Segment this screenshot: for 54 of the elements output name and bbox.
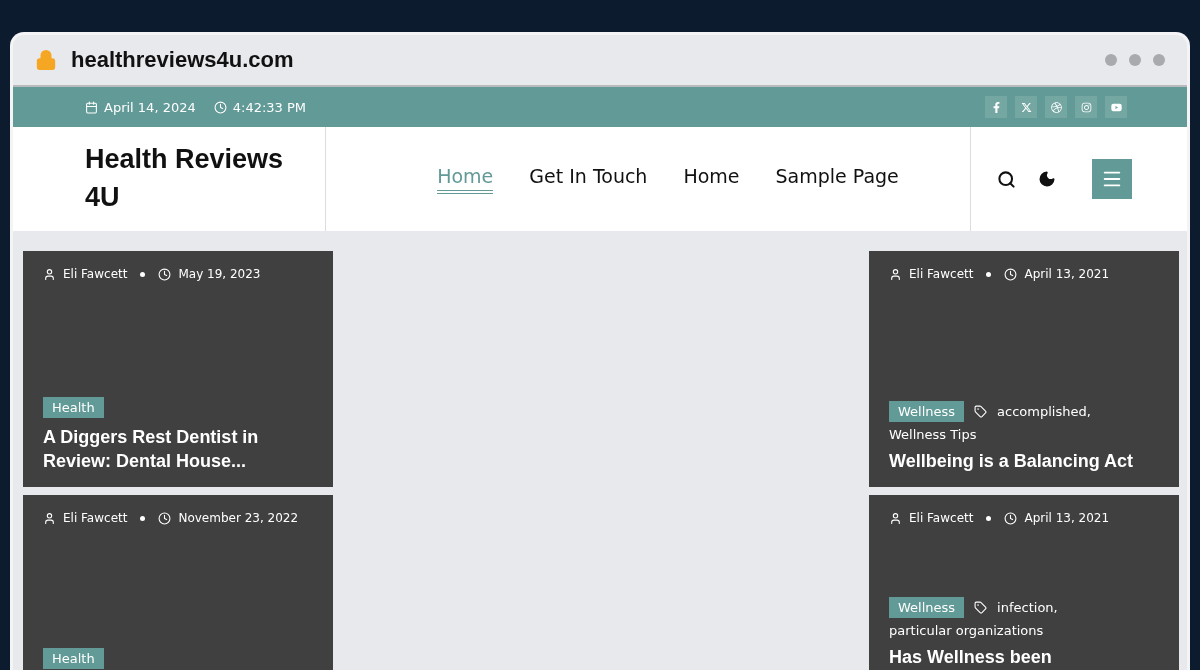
separator-dot [140,271,146,277]
clock-icon [213,100,227,114]
window-dot[interactable] [1153,54,1165,66]
post-date[interactable]: May 19, 2023 [178,267,261,281]
address-url[interactable]: healthreviews4u.com [71,47,294,73]
tag-link[interactable]: accomplished, [997,403,1091,419]
dribbble-icon[interactable] [1045,96,1067,118]
window-dot[interactable] [1129,54,1141,66]
user-icon [43,267,56,281]
site-title[interactable]: Health Reviews 4U [85,141,325,217]
user-icon [43,511,56,525]
clock-icon [1004,511,1018,525]
post-author[interactable]: Eli Fawcett [63,267,128,281]
post-card[interactable]: Eli Fawcett April 13, 2021 Wellness infection, particular organizations Has Wellness been [869,495,1179,670]
post-card[interactable]: Eli Fawcett November 23, 2022 Health [23,495,333,670]
nav-link[interactable]: Get In Touch [529,164,648,194]
post-title[interactable]: Wellbeing is a Balancing Act [889,449,1159,473]
separator-dot [140,515,146,521]
x-icon[interactable] [1015,96,1037,118]
separator-dot [986,515,992,521]
post-card[interactable]: Eli Fawcett May 19, 2023 Health A Diggers Rest Dentist in Review: Dental House... [23,251,333,487]
tag-link[interactable]: particular organizations [889,622,1044,638]
clock-icon [158,511,172,525]
post-title[interactable]: A Diggers Rest Dentist in Review: Dental House... [43,426,313,473]
post-title[interactable]: Has Wellness been [889,645,1159,669]
post-date[interactable]: April 13, 2021 [1024,267,1110,281]
current-time: 4:42:33 PM [232,99,307,115]
clock-icon [158,267,172,281]
clock-icon [1004,267,1018,281]
current-date: April 14, 2024 [104,99,196,115]
user-icon [889,267,902,281]
menu-button[interactable] [1092,159,1132,199]
tag-icon [974,600,988,614]
tag-link[interactable]: infection, [997,599,1058,615]
tag-icon [974,404,988,418]
window-dot[interactable] [1105,54,1117,66]
post-author[interactable]: Eli Fawcett [909,267,974,281]
calendar-icon [85,100,98,114]
nav-link[interactable]: Sample Page [775,164,899,194]
instagram-icon[interactable] [1075,96,1097,118]
post-author[interactable]: Eli Fawcett [909,511,974,525]
youtube-icon[interactable] [1105,96,1127,118]
post-author[interactable]: Eli Fawcett [63,511,128,525]
post-date[interactable]: April 13, 2021 [1024,511,1110,525]
tag-link[interactable]: Wellness Tips [889,426,977,442]
moon-icon[interactable] [1038,170,1056,188]
separator-dot [986,271,992,277]
lock-icon [35,49,57,71]
post-date[interactable]: November 23, 2022 [178,511,299,525]
nav-link[interactable]: Home [683,164,740,194]
search-icon[interactable] [997,169,1016,189]
post-card[interactable]: Eli Fawcett April 13, 2021 Wellness accomplished, Wellness Tips Wellbeing is a Balancing Act [869,251,1179,487]
facebook-icon[interactable] [985,96,1007,118]
user-icon [889,511,902,525]
